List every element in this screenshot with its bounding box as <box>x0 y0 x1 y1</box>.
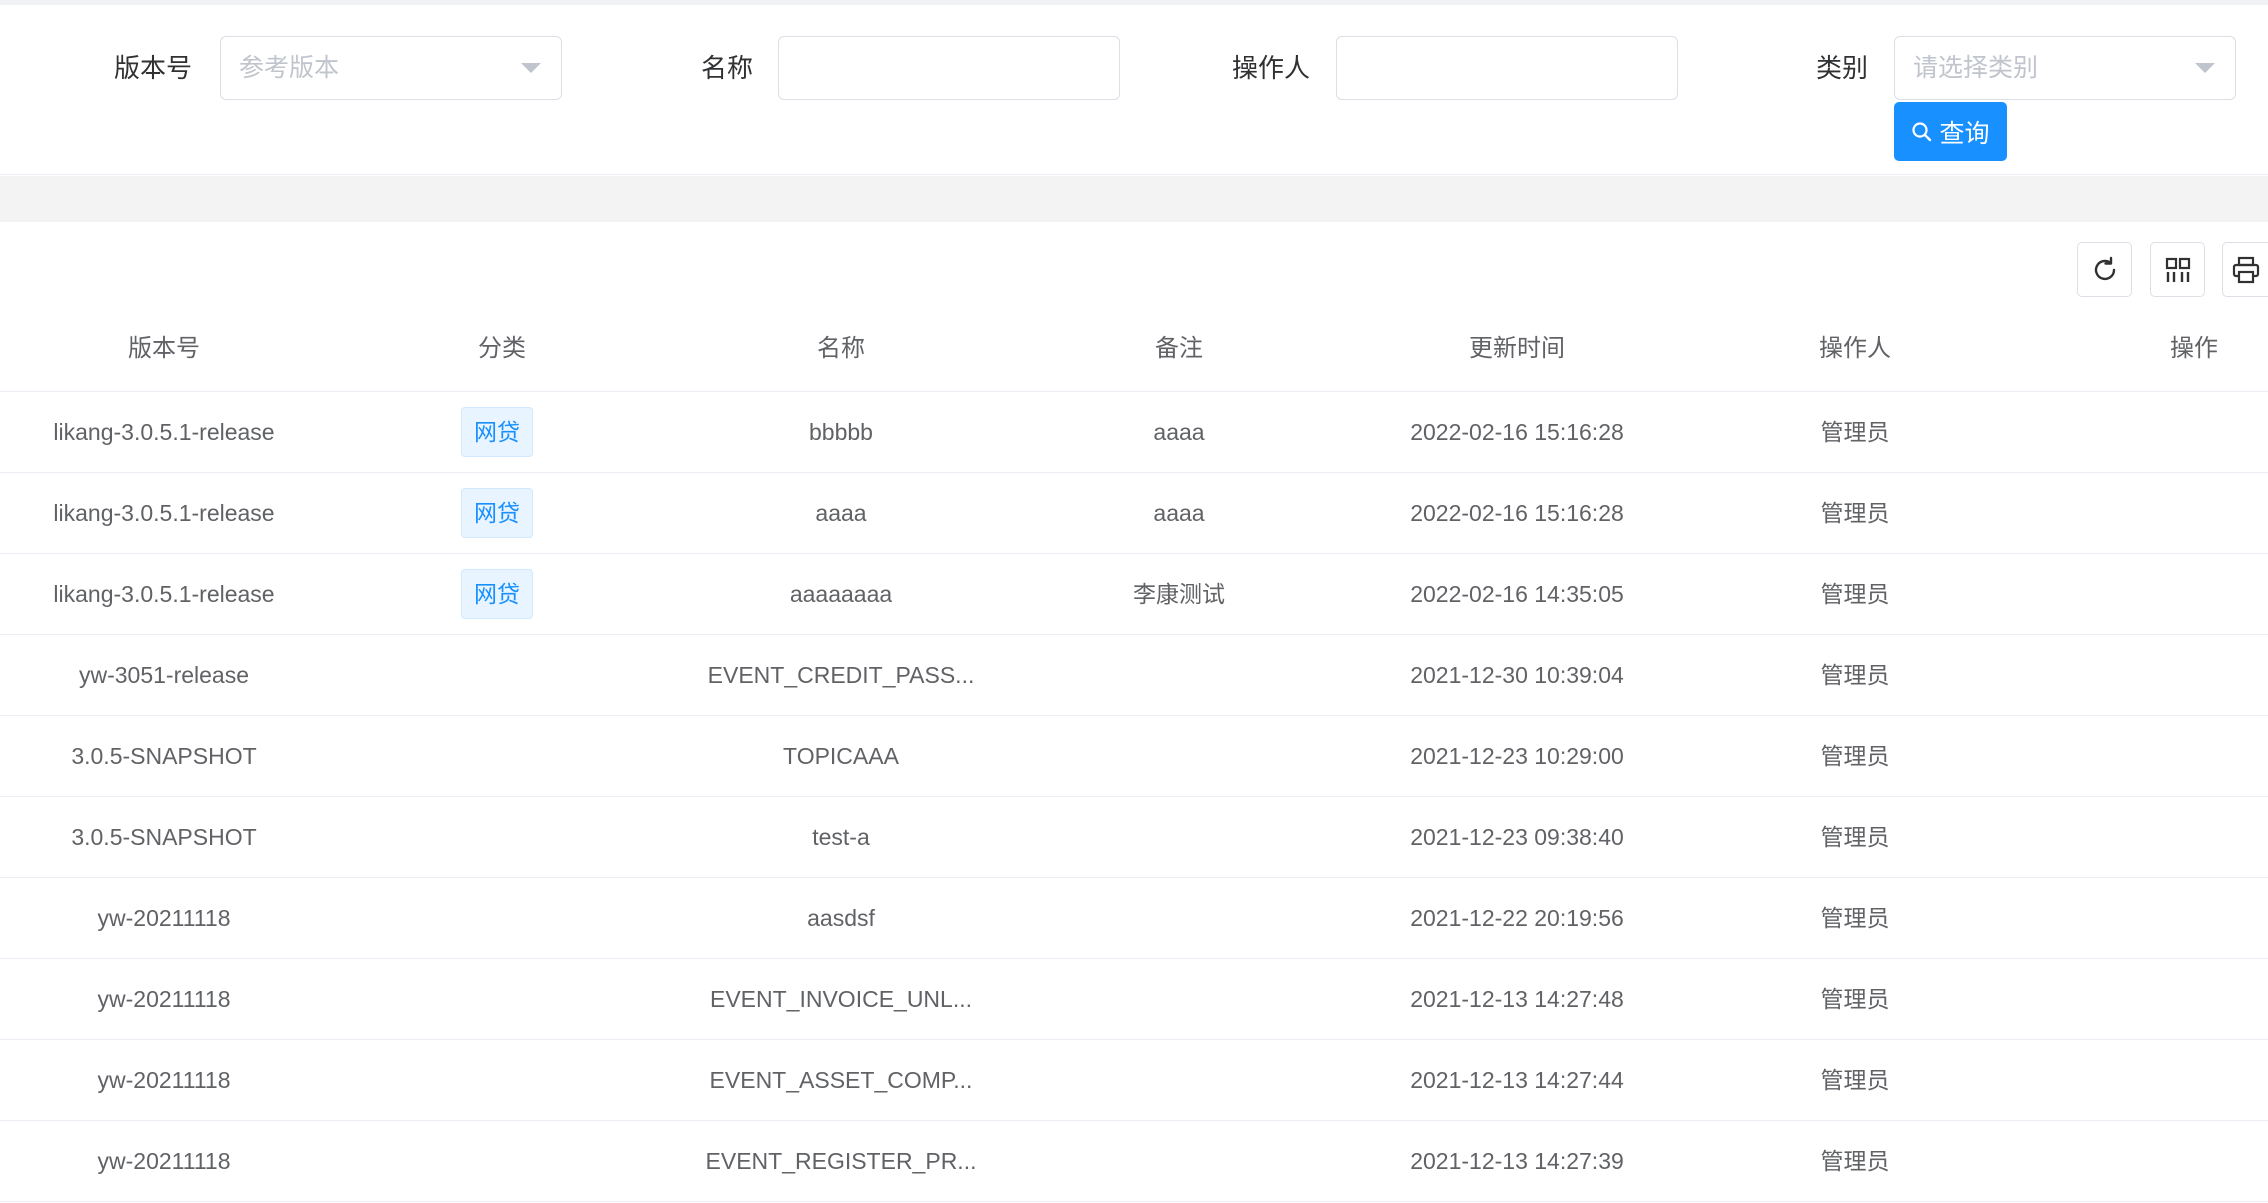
cell-updated: 2022-02-16 15:16:28 <box>1410 500 1624 526</box>
table-row[interactable]: yw-3051-release EVENT_CREDIT_PASS... 2021-… <box>0 635 2268 716</box>
cell-operator: 管理员 <box>1820 500 1890 526</box>
category-label: 类别 <box>1815 53 1868 83</box>
cell-updated: 2021-12-13 14:27:39 <box>1410 1148 1624 1174</box>
table-panel: 版本号 分类 名称 备注 更新时间 操作人 操作 likang-3.0.5.1-… <box>0 222 2268 1203</box>
cell-version: yw-20211118 <box>97 986 231 1012</box>
name-label: 名称 <box>700 53 753 83</box>
cell-updated: 2021-12-13 14:27:48 <box>1410 986 1624 1012</box>
cell-remark: 李康测试 <box>1133 581 1225 607</box>
cell-updated: 2021-12-22 20:19:56 <box>1410 905 1624 931</box>
cell-version: yw-20211118 <box>97 1067 231 1093</box>
cell-version: likang-3.0.5.1-release <box>53 500 275 526</box>
cell-updated: 2021-12-30 10:39:04 <box>1410 662 1624 688</box>
cell-category: 网贷 <box>461 392 533 472</box>
cell-name: EVENT_INVOICE_UNL... <box>709 986 973 1012</box>
column-header-name[interactable]: 名称 <box>817 305 865 392</box>
cell-name: aaaaaaaa <box>789 581 893 607</box>
cell-version: yw-20211118 <box>97 1148 231 1174</box>
category-select[interactable]: 请选择类别 <box>1894 36 2236 100</box>
table-row[interactable]: likang-3.0.5.1-release 网贷 aaaaaaaa 李康测试 2022… <box>0 554 2268 635</box>
column-header-remark[interactable]: 备注 <box>1155 305 1203 392</box>
cell-operator: 管理员 <box>1820 743 1890 769</box>
operator-input[interactable] <box>1336 36 1678 100</box>
print-button[interactable] <box>2222 242 2268 297</box>
version-label: 版本号 <box>113 53 192 83</box>
column-header-version[interactable]: 版本号 <box>128 305 200 392</box>
cell-updated: 2021-12-23 09:38:40 <box>1410 824 1624 850</box>
table-row[interactable]: likang-3.0.5.1-release 网贷 bbbbb aaaa 2022-02… <box>0 392 2268 473</box>
chevron-down-icon <box>2195 63 2215 73</box>
search-icon <box>1912 121 1932 141</box>
table-row[interactable]: yw-20211118 EVENT_INVOICE_UNL... 2021-12-1… <box>0 959 2268 1040</box>
table-body: likang-3.0.5.1-release 网贷 bbbbb aaaa 2022-02… <box>0 392 2268 1202</box>
chevron-down-icon <box>521 63 541 73</box>
cell-remark: aaaa <box>1153 419 1205 445</box>
column-header-updated[interactable]: 更新时间 <box>1469 305 1565 392</box>
version-select[interactable]: 参考版本 <box>220 36 562 100</box>
cell-version: likang-3.0.5.1-release <box>53 419 275 445</box>
category-tag: 网贷 <box>461 488 533 538</box>
cell-version: likang-3.0.5.1-release <box>53 581 275 607</box>
columns-icon <box>2165 257 2190 282</box>
cell-category: 网贷 <box>461 554 533 634</box>
table-row[interactable]: yw-20211118 EVENT_REGISTER_PR... 2021-12-1… <box>0 1121 2268 1202</box>
print-icon <box>2232 256 2259 283</box>
column-settings-button[interactable] <box>2150 242 2205 297</box>
table-row[interactable]: 3.0.5-SNAPSHOT test-a 2021-12-23 09:38:40 管… <box>0 797 2268 878</box>
cell-updated: 2022-02-16 15:16:28 <box>1410 419 1624 445</box>
cell-version: 3.0.5-SNAPSHOT <box>71 743 257 769</box>
cell-operator: 管理员 <box>1820 1148 1890 1174</box>
category-placeholder: 请选择类别 <box>1913 54 2039 82</box>
search-form: 版本号 参考版本 名称 操作人 类别 请选择类别 查询 <box>0 5 2268 175</box>
cell-name: aasdsf <box>807 905 875 931</box>
cell-operator: 管理员 <box>1820 905 1890 931</box>
cell-remark: aaaa <box>1153 500 1205 526</box>
query-button-label: 查询 <box>1939 119 1990 148</box>
cell-operator: 管理员 <box>1820 419 1890 445</box>
table-header: 版本号 分类 名称 备注 更新时间 操作人 操作 <box>0 305 2268 392</box>
column-header-operator[interactable]: 操作人 <box>1819 305 1891 392</box>
cell-version: 3.0.5-SNAPSHOT <box>71 824 257 850</box>
refresh-icon <box>2094 256 2115 280</box>
cell-category: 网贷 <box>461 473 533 553</box>
table-row[interactable]: likang-3.0.5.1-release 网贷 aaaa aaaa 2022-02-… <box>0 473 2268 554</box>
table-row[interactable]: yw-20211118 aasdsf 2021-12-22 20:19:56 管理员 <box>0 878 2268 959</box>
cell-operator: 管理员 <box>1820 824 1890 850</box>
cell-operator: 管理员 <box>1820 1067 1890 1093</box>
cell-name: aaaa <box>815 500 867 526</box>
column-header-actions: 操作 <box>2170 335 2218 362</box>
refresh-button[interactable] <box>2077 242 2132 297</box>
cell-updated: 2022-02-16 14:35:05 <box>1410 581 1624 607</box>
cell-operator: 管理员 <box>1820 986 1890 1012</box>
column-header-category[interactable]: 分类 <box>478 305 526 392</box>
name-input[interactable] <box>778 36 1120 100</box>
cell-name: EVENT_CREDIT_PASS... <box>707 662 975 688</box>
cell-name: EVENT_ASSET_COMP... <box>709 1067 973 1093</box>
cell-name: bbbbb <box>809 419 873 445</box>
category-tag: 网贷 <box>461 407 533 457</box>
table-row[interactable]: 3.0.5-SNAPSHOT TOPICAAA 2021-12-23 10:29:0… <box>0 716 2268 797</box>
category-tag: 网贷 <box>461 569 533 619</box>
cell-name: EVENT_REGISTER_PR... <box>705 1148 977 1174</box>
cell-name: test-a <box>812 824 870 850</box>
cell-version: yw-20211118 <box>97 905 231 931</box>
cell-version: yw-3051-release <box>78 662 250 688</box>
cell-operator: 管理员 <box>1820 581 1890 607</box>
table-row[interactable]: yw-20211118 EVENT_ASSET_COMP... 2021-12-13… <box>0 1040 2268 1121</box>
cell-name: TOPICAAA <box>783 743 899 769</box>
version-placeholder: 参考版本 <box>239 54 340 82</box>
section-divider <box>0 176 2268 222</box>
cell-operator: 管理员 <box>1820 662 1890 688</box>
operator-label: 操作人 <box>1231 53 1310 83</box>
query-button[interactable]: 查询 <box>1894 102 2007 161</box>
cell-updated: 2021-12-23 10:29:00 <box>1410 743 1624 769</box>
cell-updated: 2021-12-13 14:27:44 <box>1410 1067 1624 1093</box>
